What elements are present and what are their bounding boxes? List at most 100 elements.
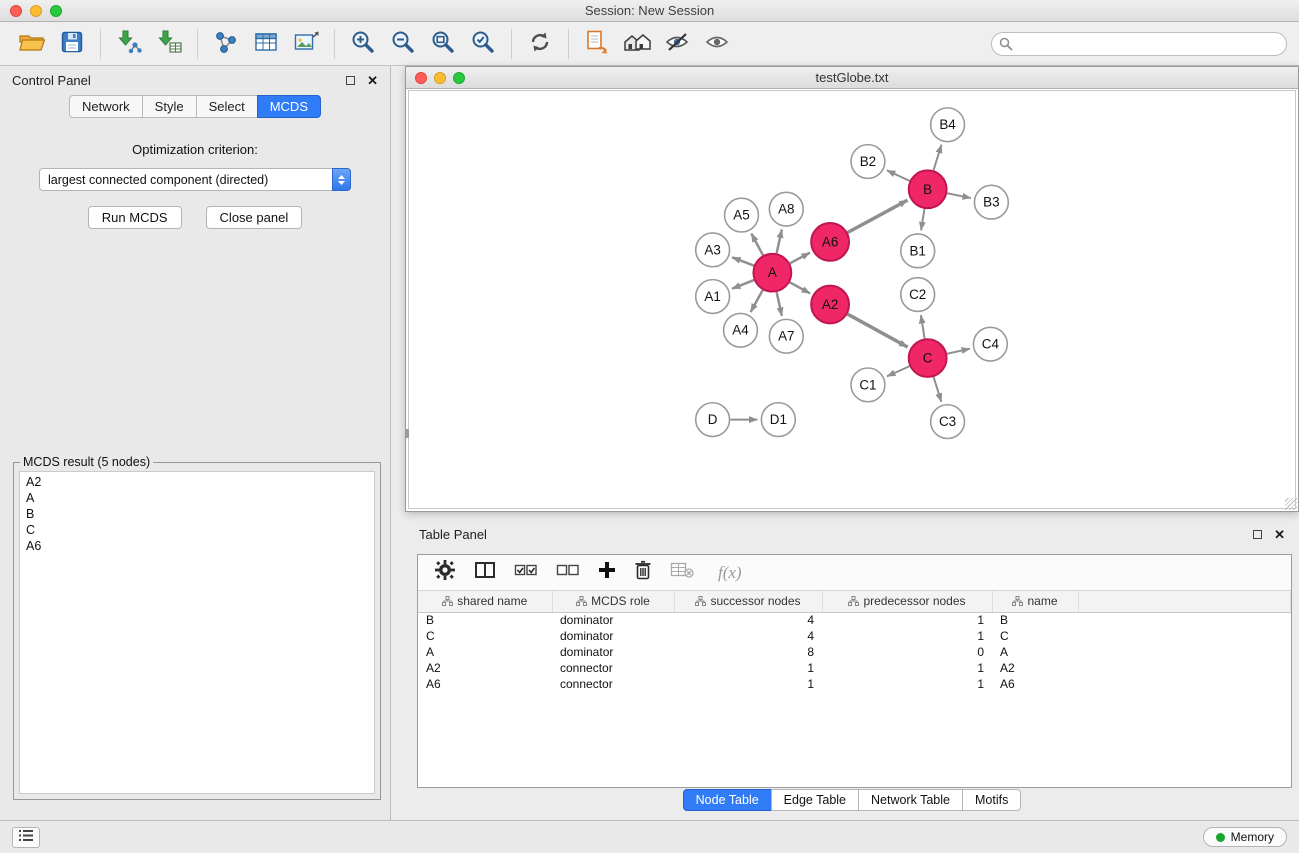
graph-edge-A-A5[interactable] <box>751 233 763 255</box>
zoom-window-button[interactable] <box>50 5 62 17</box>
optimization-criterion-select[interactable]: largest connected component (directed) <box>39 168 351 191</box>
graph-node-D[interactable]: D <box>696 403 730 437</box>
annotation-button[interactable] <box>577 26 617 62</box>
select-all-button[interactable] <box>514 562 538 583</box>
function-builder-button[interactable]: f(x) <box>718 563 742 583</box>
table-tab-network-table[interactable]: Network Table <box>858 789 963 811</box>
graph-node-A2[interactable]: A2 <box>811 286 849 324</box>
graph-edge-B-B1[interactable] <box>921 209 924 230</box>
network-minimize-button[interactable] <box>434 72 446 84</box>
table-row[interactable]: A2connector11A2 <box>418 660 1291 676</box>
graph-edge-A-A6[interactable] <box>790 253 810 264</box>
graph-edge-C-C1[interactable] <box>887 366 910 376</box>
graph-node-B[interactable]: B <box>909 170 947 208</box>
resize-grip-icon[interactable] <box>1285 498 1297 510</box>
graph-node-B4[interactable]: B4 <box>931 108 965 142</box>
graph-edge-A-A8[interactable] <box>777 230 782 254</box>
control-tab-select[interactable]: Select <box>196 95 258 118</box>
new-network-button[interactable] <box>206 26 246 62</box>
graph-node-A4[interactable]: A4 <box>724 313 758 347</box>
graph-node-B1[interactable]: B1 <box>901 234 935 268</box>
export-image-button[interactable] <box>286 26 326 62</box>
graph-node-C3[interactable]: C3 <box>931 405 965 439</box>
graph-node-B2[interactable]: B2 <box>851 145 885 179</box>
graph-node-A8[interactable]: A8 <box>769 192 803 226</box>
column-header-name[interactable]: name <box>992 591 1078 612</box>
float-panel-icon[interactable] <box>346 76 355 85</box>
graph-node-C[interactable]: C <box>909 339 947 377</box>
graph-node-D1[interactable]: D1 <box>761 403 795 437</box>
control-tab-mcds[interactable]: MCDS <box>257 95 321 118</box>
graph-edge-A-A7[interactable] <box>777 292 782 316</box>
graph-node-B3[interactable]: B3 <box>974 185 1008 219</box>
run-mcds-button[interactable]: Run MCDS <box>88 206 182 229</box>
mcds-result-item[interactable]: B <box>20 506 374 522</box>
graph-edge-C-C2[interactable] <box>921 315 925 338</box>
column-header-successor-nodes[interactable]: successor nodes <box>674 591 822 612</box>
deselect-all-button[interactable] <box>556 562 580 583</box>
column-header-predecessor-nodes[interactable]: predecessor nodes <box>822 591 992 612</box>
graph-node-A1[interactable]: A1 <box>696 280 730 314</box>
graph-node-A6[interactable]: A6 <box>811 223 849 261</box>
graph-edge-B-B3[interactable] <box>947 193 971 198</box>
control-tab-style[interactable]: Style <box>142 95 197 118</box>
graph-edge-A6-B[interactable] <box>848 200 908 232</box>
graph-edge-A2-C[interactable] <box>848 314 908 347</box>
zoom-selected-button[interactable] <box>463 26 503 62</box>
save-session-button[interactable] <box>52 26 92 62</box>
graph-edge-B-B4[interactable] <box>934 145 942 171</box>
mcds-result-item[interactable]: A <box>20 490 374 506</box>
graph-node-A7[interactable]: A7 <box>769 319 803 353</box>
table-tab-motifs[interactable]: Motifs <box>962 789 1021 811</box>
table-row[interactable]: Cdominator41C <box>418 628 1291 644</box>
mcds-result-list[interactable]: A2ABCA6 <box>19 471 375 794</box>
table-row[interactable]: Adominator80A <box>418 644 1291 660</box>
search-input[interactable] <box>991 32 1287 56</box>
graph-edge-B-B2[interactable] <box>887 170 910 181</box>
table-row[interactable]: A6connector11A6 <box>418 676 1291 692</box>
close-panel-button[interactable]: Close panel <box>206 206 303 229</box>
network-close-button[interactable] <box>415 72 427 84</box>
graph-edge-C-C4[interactable] <box>947 349 970 354</box>
table-tab-edge-table[interactable]: Edge Table <box>771 789 859 811</box>
close-table-panel-icon[interactable]: ✕ <box>1274 528 1285 541</box>
graph-node-C2[interactable]: C2 <box>901 278 935 312</box>
open-session-button[interactable] <box>12 26 52 62</box>
close-panel-icon[interactable]: ✕ <box>367 74 378 87</box>
task-history-button[interactable] <box>12 827 40 848</box>
table-settings-button[interactable] <box>434 559 456 586</box>
first-neighbors-button[interactable] <box>617 26 657 62</box>
graph-node-C4[interactable]: C4 <box>973 327 1007 361</box>
delete-column-button[interactable] <box>634 560 652 586</box>
minimize-window-button[interactable] <box>30 5 42 17</box>
zoom-fit-button[interactable] <box>423 26 463 62</box>
graph-node-A5[interactable]: A5 <box>725 198 759 232</box>
column-header-shared-name[interactable]: shared name <box>418 591 552 612</box>
import-network-button[interactable] <box>109 26 149 62</box>
network-canvas[interactable]: B4 B2 B B3 A5 A8A6 A3 B1 A A1 C2 A2 A4 A7 C4 C C1 D D1 C3 <box>408 90 1296 509</box>
graph-node-A[interactable]: A <box>753 254 791 292</box>
zoom-in-button[interactable] <box>343 26 383 62</box>
mcds-result-item[interactable]: A6 <box>20 538 374 554</box>
network-zoom-button[interactable] <box>453 72 465 84</box>
table-row[interactable]: Bdominator41B <box>418 612 1291 628</box>
delete-table-button[interactable] <box>670 561 694 584</box>
refresh-button[interactable] <box>520 26 560 62</box>
control-tab-network[interactable]: Network <box>69 95 143 118</box>
show-all-button[interactable] <box>697 26 737 62</box>
mcds-result-item[interactable]: A2 <box>20 474 374 490</box>
show-columns-button[interactable] <box>474 560 496 585</box>
graph-edge-A-A1[interactable] <box>732 280 754 289</box>
network-window-titlebar[interactable]: testGlobe.txt <box>406 67 1298 89</box>
mcds-result-item[interactable]: C <box>20 522 374 538</box>
new-table-button[interactable] <box>246 26 286 62</box>
graph-edge-C-C3[interactable] <box>934 377 942 402</box>
graph-edge-A-A2[interactable] <box>790 282 810 293</box>
graph-node-C1[interactable]: C1 <box>851 368 885 402</box>
graph-edge-A-A3[interactable] <box>732 257 754 265</box>
import-table-button[interactable] <box>149 26 189 62</box>
column-header-mcds-role[interactable]: MCDS role <box>552 591 674 612</box>
graph-node-A3[interactable]: A3 <box>696 233 730 267</box>
zoom-out-button[interactable] <box>383 26 423 62</box>
memory-button[interactable]: Memory <box>1203 827 1287 847</box>
